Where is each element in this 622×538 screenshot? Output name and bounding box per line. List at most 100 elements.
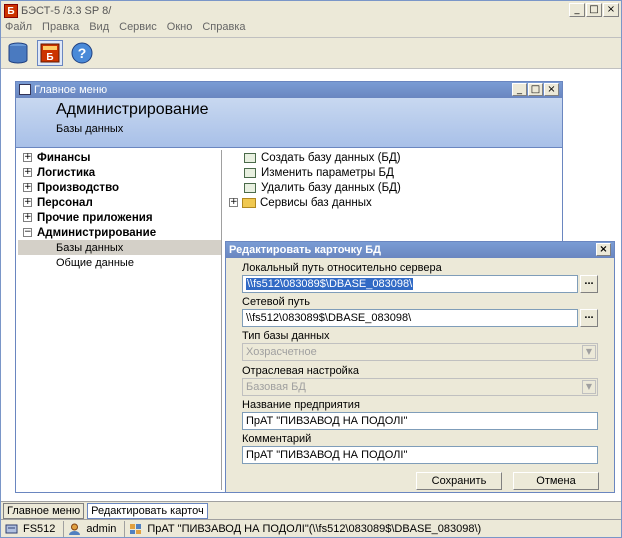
expand-icon[interactable]: + [23, 168, 32, 177]
cancel-button[interactable]: Отмена [513, 472, 599, 490]
menu-view[interactable]: Вид [89, 21, 109, 37]
main-menu-title: Главное меню [34, 84, 108, 96]
tree-node-label: Логистика [37, 166, 96, 179]
local-path-value: \\fs512\083089$\DBASE_083098\ [246, 278, 414, 290]
table-icon [244, 152, 256, 163]
menu-window[interactable]: Окно [167, 21, 193, 37]
app-maximize-button[interactable]: □ [586, 3, 602, 17]
expand-icon[interactable]: + [229, 198, 238, 207]
taskbar-tab-main-menu[interactable]: Главное меню [3, 503, 85, 519]
tree-node-label: Финансы [37, 151, 91, 164]
tree-node-logistics[interactable]: + Логистика [18, 165, 221, 180]
action-delete-db[interactable]: Удалить базу данных (БД) [224, 180, 562, 195]
status-user: admin [64, 520, 126, 537]
network-path-label: Сетевой путь [242, 296, 310, 308]
network-path-input[interactable]: \\fs512\083089$\DBASE_083098\ [242, 309, 578, 327]
comment-label: Комментарий [242, 433, 312, 445]
app-logo-icon[interactable]: Б [37, 40, 63, 66]
action-label: Изменить параметры БД [261, 166, 394, 179]
window-icon [19, 84, 31, 95]
app-window: Б БЭСТ-5 /3.3 SP 8/ _ □ × Файл Правка Ви… [0, 0, 622, 538]
actions-list: Создать базу данных (БД) Изменить параме… [224, 150, 562, 250]
toolbar: Б ? [1, 37, 621, 69]
folder-label: Сервисы баз данных [260, 196, 372, 209]
tree-child-databases[interactable]: Базы данных [18, 240, 221, 255]
user-name: admin [86, 522, 117, 535]
mm-close-button[interactable]: × [544, 83, 559, 96]
edit-db-card-dialog: Редактировать карточку БД × Локальный пу… [225, 241, 615, 493]
app-title: БЭСТ-5 /3.3 SP 8/ [21, 5, 112, 17]
app-title-bar[interactable]: Б БЭСТ-5 /3.3 SP 8/ _ □ × [1, 1, 621, 21]
main-menu-title-bar[interactable]: Главное меню _ □ × [16, 82, 562, 98]
local-path-browse-button[interactable]: ... [580, 275, 598, 293]
window-taskbar: Главное меню Редактировать карточ [1, 501, 621, 519]
tree-node-label: Прочие приложения [37, 211, 153, 224]
app-minimize-button[interactable]: _ [569, 3, 585, 17]
chevron-down-icon[interactable]: ▼ [582, 380, 596, 394]
tree-node-personnel[interactable]: + Персонал [18, 195, 221, 210]
action-label: Удалить базу данных (БД) [261, 181, 401, 194]
tree-node-label: Администрирование [37, 226, 157, 239]
app-logo-icon: Б [4, 4, 18, 18]
app-close-button[interactable]: × [603, 3, 619, 17]
menubar: Файл Правка Вид Сервис Окно Справка [1, 21, 246, 37]
company-label: Название предприятия [242, 399, 360, 411]
tree-node-administration[interactable]: − Администрирование [18, 225, 221, 240]
help-icon[interactable]: ? [69, 40, 95, 66]
tree-node-other-apps[interactable]: + Прочие приложения [18, 210, 221, 225]
local-path-label: Локальный путь относительно сервера [242, 262, 442, 274]
status-database: ПрАТ "ПИВЗАВОД НА ПОДОЛІ"(\\fs512\083089… [125, 521, 489, 537]
db-type-select[interactable]: Хозрасчетное ▼ [242, 343, 598, 361]
tree-node-label: Производство [37, 181, 120, 194]
menu-edit[interactable]: Правка [42, 21, 79, 37]
database-icon [130, 523, 142, 534]
tree-node-production[interactable]: + Производство [18, 180, 221, 195]
database-name: ПрАТ "ПИВЗАВОД НА ПОДОЛІ"(\\fs512\083089… [147, 522, 482, 535]
action-create-db[interactable]: Создать базу данных (БД) [224, 150, 562, 165]
dialog-title: Редактировать карточку БД [229, 244, 382, 256]
dialog-close-button[interactable]: × [596, 243, 611, 256]
db-type-value: Хозрасчетное [246, 346, 317, 358]
database-icon[interactable] [5, 40, 31, 66]
expand-icon[interactable]: + [23, 153, 32, 162]
local-path-input[interactable]: \\fs512\083089$\DBASE_083098\ [242, 275, 578, 293]
company-input[interactable]: ПрАТ "ПИВЗАВОД НА ПОДОЛІ" [242, 412, 598, 430]
network-path-browse-button[interactable]: ... [580, 309, 598, 327]
table-icon [244, 167, 256, 178]
expand-icon[interactable]: + [23, 213, 32, 222]
status-server: FS512 [1, 520, 65, 537]
expand-icon[interactable]: + [23, 183, 32, 192]
mm-maximize-button[interactable]: □ [528, 83, 543, 96]
save-button[interactable]: Сохранить [416, 472, 502, 490]
section-subtitle: Базы данных [56, 123, 124, 135]
tree-node-label: Персонал [37, 196, 93, 209]
user-icon [69, 523, 81, 535]
dialog-title-bar[interactable]: Редактировать карточку БД × [226, 242, 614, 258]
industry-label: Отраслевая настройка [242, 365, 359, 377]
help-question-mark: ? [78, 45, 87, 61]
menu-help[interactable]: Справка [202, 21, 245, 37]
table-icon [244, 182, 256, 193]
section-header: Администрирование Базы данных [16, 98, 562, 148]
tree-child-common-data[interactable]: Общие данные [18, 255, 221, 270]
menu-file[interactable]: Файл [5, 21, 32, 37]
folder-icon [242, 197, 256, 208]
server-icon [5, 524, 18, 533]
statusbar: FS512 admin ПрАТ "ПИВЗАВОД НА ПОДОЛІ"(\\… [1, 519, 621, 537]
menu-service[interactable]: Сервис [119, 21, 157, 37]
mm-minimize-button[interactable]: _ [512, 83, 527, 96]
chevron-down-icon[interactable]: ▼ [582, 345, 596, 359]
action-label: Создать базу данных (БД) [261, 151, 401, 164]
db-type-label: Тип базы данных [242, 330, 330, 342]
folder-db-services[interactable]: + Сервисы баз данных [224, 195, 562, 210]
section-title: Администрирование [56, 101, 209, 118]
toolbar-logo-letter: Б [46, 52, 53, 63]
collapse-icon[interactable]: − [23, 228, 32, 237]
taskbar-tab-edit-card[interactable]: Редактировать карточ [87, 503, 208, 519]
action-edit-db[interactable]: Изменить параметры БД [224, 165, 562, 180]
comment-input[interactable]: ПрАТ "ПИВЗАВОД НА ПОДОЛІ" [242, 446, 598, 464]
industry-select[interactable]: Базовая БД ▼ [242, 378, 598, 396]
expand-icon[interactable]: + [23, 198, 32, 207]
navigation-tree: + Финансы + Логистика + Производство + Персо… [18, 150, 222, 490]
tree-node-finance[interactable]: + Финансы [18, 150, 221, 165]
